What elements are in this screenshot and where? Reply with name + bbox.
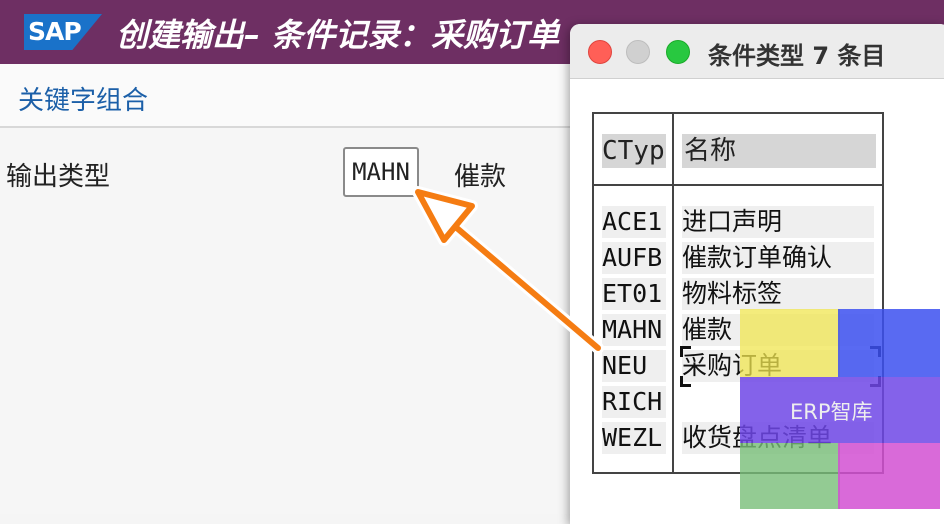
annotation-arrow-icon xyxy=(412,186,604,354)
